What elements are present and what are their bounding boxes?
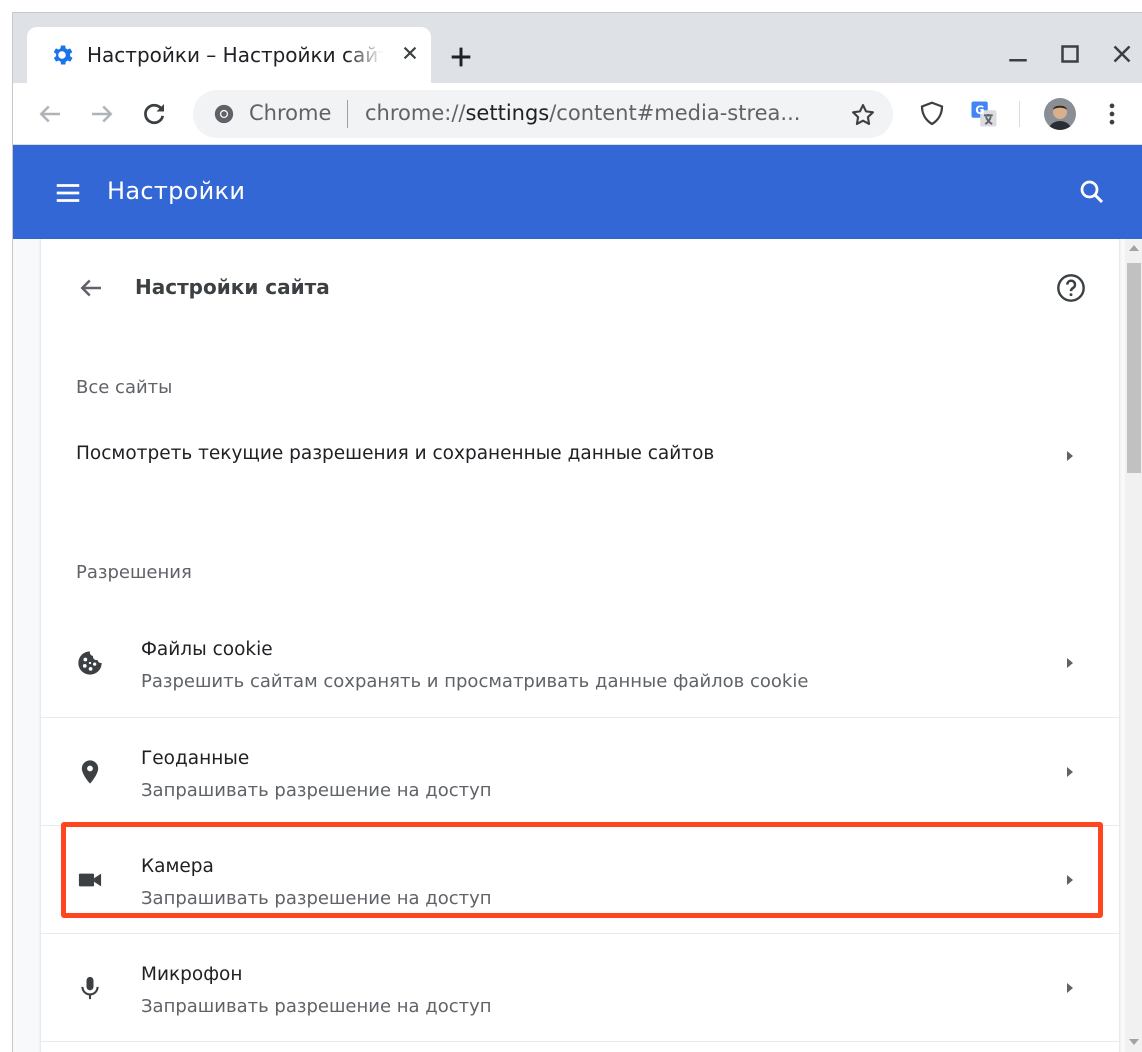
all-sites-row[interactable]: Посмотреть текущие разрешения и сохранен…	[41, 421, 1119, 485]
scroll-thumb[interactable]	[1127, 263, 1141, 473]
window-close-icon[interactable]	[1107, 39, 1137, 69]
translate-extension-icon[interactable]: G	[969, 99, 999, 129]
permission-subtitle: Запрашивать разрешение на доступ	[141, 996, 492, 1017]
location-pin-icon	[81, 760, 99, 784]
cookie-icon	[78, 651, 102, 675]
permission-row-location[interactable]: Геоданные Запрашивать разрешение на дост…	[41, 717, 1119, 825]
shield-extension-icon[interactable]	[917, 99, 947, 129]
tab-title: Настройки – Настройки сайта	[87, 43, 383, 67]
vertical-scrollbar[interactable]	[1125, 239, 1142, 1052]
tab-strip: Настройки – Настройки сайта	[13, 13, 1142, 83]
page-title: Настройки сайта	[135, 275, 330, 299]
omnibox-chip: Chrome	[249, 101, 332, 125]
kebab-menu-icon[interactable]	[1097, 99, 1127, 129]
address-bar[interactable]: Chrome chrome://settings/content#media-s…	[193, 90, 893, 138]
gear-icon	[53, 45, 73, 65]
section-title-permissions: Разрешения	[76, 562, 192, 583]
hamburger-menu-icon[interactable]	[53, 178, 83, 208]
star-icon[interactable]	[849, 101, 877, 129]
camera-row-highlight	[61, 822, 1103, 918]
all-sites-row-label: Посмотреть текущие разрешения и сохранен…	[76, 443, 715, 464]
browser-toolbar: Chrome chrome://settings/content#media-s…	[13, 83, 1142, 145]
back-arrow-icon[interactable]	[35, 99, 65, 129]
permission-title: Файлы cookie	[141, 639, 273, 660]
chevron-right-icon	[1067, 767, 1073, 777]
back-arrow-icon[interactable]	[76, 273, 106, 303]
permission-title: Микрофон	[141, 964, 243, 985]
site-settings-card: Настройки сайта Все сайты Посмотреть тек…	[40, 239, 1120, 1052]
url-path: /content#media-strea...	[549, 101, 801, 125]
next-row-divider	[41, 1041, 1119, 1052]
chevron-right-icon	[1067, 451, 1073, 461]
scroll-down-arrow-icon[interactable]	[1129, 1039, 1139, 1045]
header-title: Настройки	[107, 177, 246, 205]
url-host: settings	[465, 101, 550, 125]
section-title-all-sites: Все сайты	[76, 377, 173, 398]
profile-avatar[interactable]	[1044, 98, 1076, 130]
scroll-up-arrow-icon[interactable]	[1129, 245, 1139, 251]
chrome-icon	[214, 104, 234, 124]
permission-subtitle: Разрешить сайтам сохранять и просматрива…	[141, 671, 809, 692]
permission-title: Геоданные	[141, 748, 250, 769]
omnibox-separator	[347, 100, 348, 128]
url-scheme: chrome://	[365, 101, 466, 125]
new-tab-icon[interactable]	[445, 41, 477, 73]
help-icon[interactable]	[1055, 272, 1087, 304]
permission-row-cookies[interactable]: Файлы cookie Разрешить сайтам сохранять …	[41, 609, 1119, 717]
toolbar-separator	[1019, 101, 1020, 127]
chevron-right-icon	[1067, 983, 1073, 993]
settings-header: Настройки	[13, 145, 1142, 239]
url-text: chrome://settings/content#media-strea...	[365, 101, 835, 125]
chevron-right-icon	[1067, 658, 1073, 668]
permission-row-microphone[interactable]: Микрофон Запрашивать разрешение на досту…	[41, 933, 1119, 1041]
close-icon[interactable]	[397, 40, 423, 66]
svg-text:G: G	[975, 104, 984, 117]
avatar-image	[1044, 98, 1076, 130]
forward-arrow-icon[interactable]	[87, 99, 117, 129]
permission-subtitle: Запрашивать разрешение на доступ	[141, 780, 492, 801]
microphone-icon	[81, 976, 99, 1000]
active-tab[interactable]: Настройки – Настройки сайта	[27, 27, 431, 83]
minimize-icon[interactable]	[1003, 39, 1033, 69]
search-icon[interactable]	[1077, 177, 1107, 207]
reload-icon[interactable]	[139, 99, 169, 129]
maximize-icon[interactable]	[1055, 39, 1085, 69]
